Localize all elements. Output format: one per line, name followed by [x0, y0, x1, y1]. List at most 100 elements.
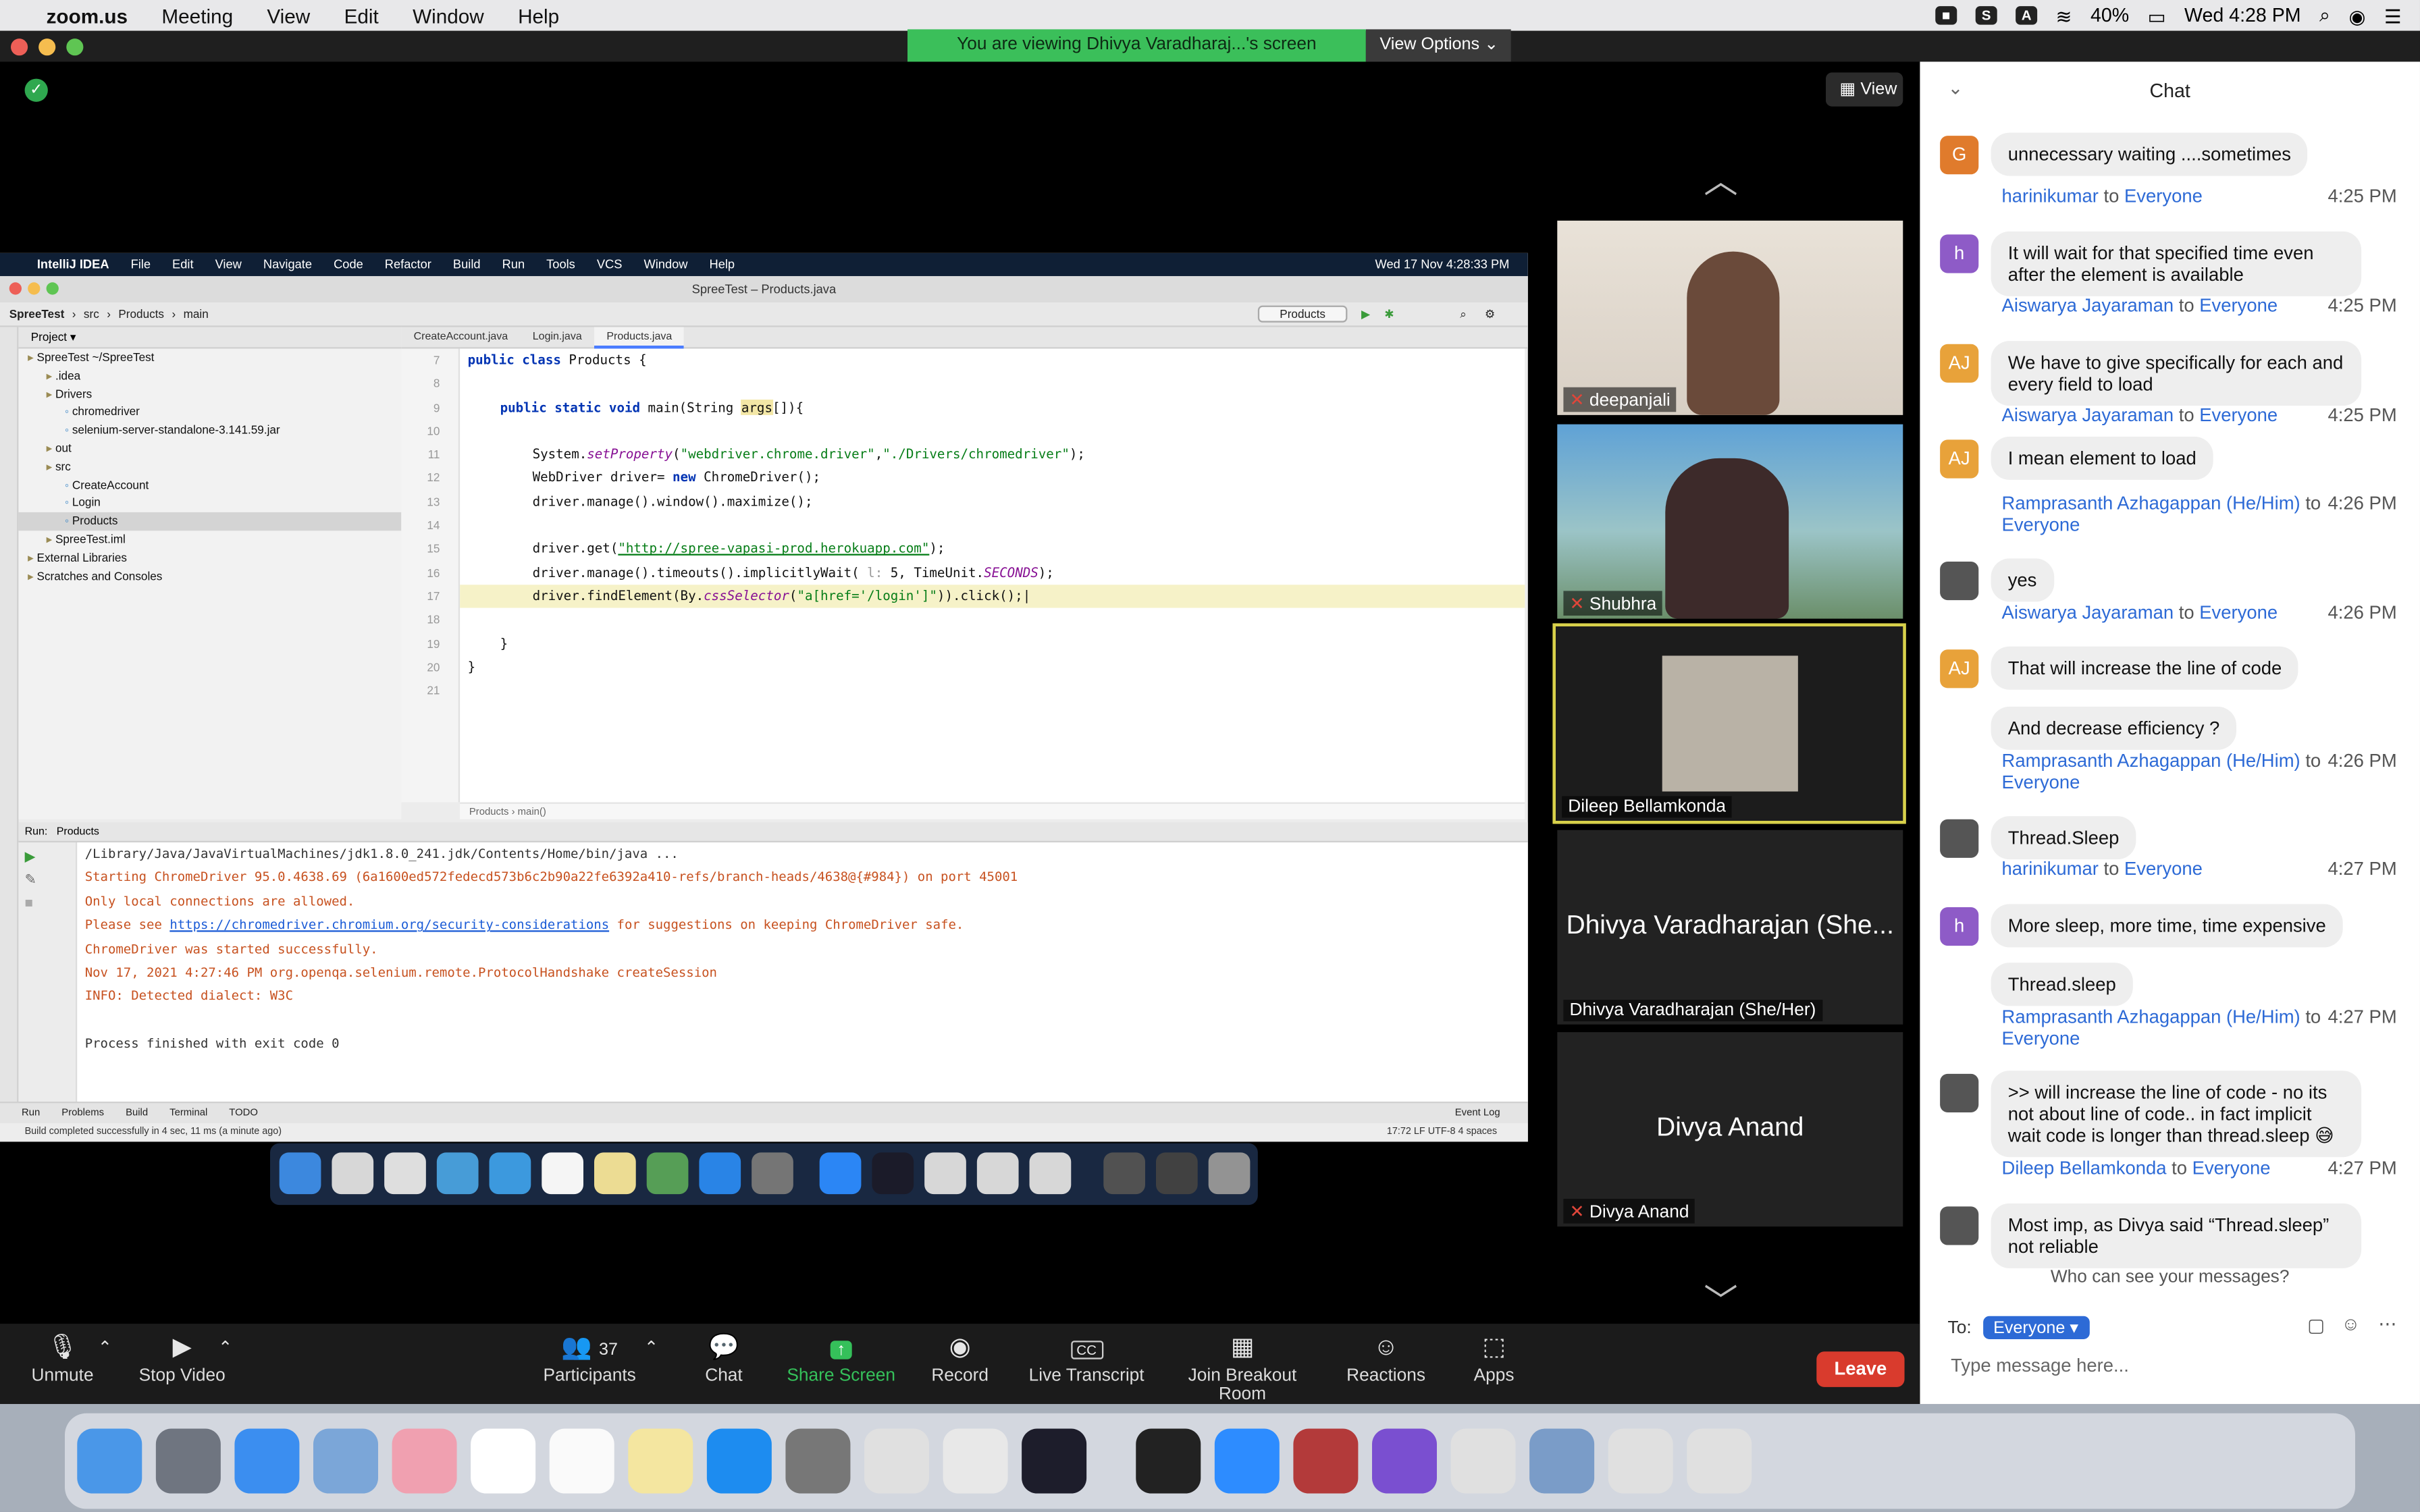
- leave-button[interactable]: Leave: [1816, 1351, 1905, 1387]
- participants-chevron-icon[interactable]: ⌃: [642, 1324, 660, 1404]
- live-transcript-button[interactable]: CC Live Transcript: [1025, 1324, 1149, 1404]
- dock-app-icon[interactable]: [1022, 1428, 1087, 1494]
- dock-app-icon[interactable]: [1136, 1428, 1201, 1494]
- minimize-window-button[interactable]: [38, 38, 56, 56]
- zoom-status-icon[interactable]: ■: [1935, 6, 1957, 25]
- chat-message-bubble[interactable]: I mean element to load: [1991, 436, 2213, 480]
- participants-button[interactable]: 👥 37 Participants: [540, 1324, 639, 1404]
- chat-sender[interactable]: Ramprasanth Azhagappan (He/Him): [2002, 1006, 2300, 1027]
- to-label: To:: [1947, 1319, 1972, 1338]
- participant-tile-shubhra[interactable]: ✕ Shubhra: [1557, 424, 1903, 619]
- menu-edit[interactable]: Edit: [344, 4, 379, 27]
- zoom-window-button[interactable]: [66, 38, 84, 56]
- ij-menu-items: IntelliJ IDEA File Edit View Navigate Code Ref…: [37, 258, 756, 272]
- scroll-down-chevron-icon[interactable]: ﹀: [1704, 1274, 1737, 1324]
- file-icon[interactable]: ▢: [2307, 1314, 2325, 1336]
- breakout-room-button[interactable]: ▦ Join Breakout Room: [1163, 1324, 1321, 1404]
- dock-app-icon[interactable]: [785, 1428, 851, 1494]
- chat-message-bubble[interactable]: It will wait for that specified time eve…: [1991, 231, 2362, 296]
- dock-app-icon[interactable]: [471, 1428, 536, 1494]
- stop-video-button[interactable]: ▶ Stop Video: [136, 1324, 228, 1404]
- more-icon[interactable]: ⋯: [2378, 1313, 2396, 1334]
- participant-tile-dileep[interactable]: Dileep Bellamkonda: [1552, 623, 1906, 824]
- dock-app-icon[interactable]: [155, 1428, 221, 1494]
- chat-sender[interactable]: Ramprasanth Azhagappan (He/Him): [2002, 492, 2300, 514]
- tool-event-log: Event Log: [1454, 1108, 1500, 1119]
- siri-icon[interactable]: ◉: [2349, 4, 2366, 27]
- menu-meeting[interactable]: Meeting: [161, 4, 233, 27]
- recipient-select[interactable]: Everyone ▾: [1982, 1316, 2089, 1339]
- line-number-gutter: 7 8 9 10 11 12 13 14 15 16 17 18 19 20 21: [401, 348, 461, 803]
- chat-sender[interactable]: Aiswarya Jayaraman: [2002, 404, 2174, 426]
- s-status-icon[interactable]: S: [1975, 6, 1997, 25]
- search-icon[interactable]: ⌕: [2319, 4, 2330, 27]
- breakout-label: Join Breakout Room: [1188, 1367, 1297, 1404]
- chat-message-bubble[interactable]: That will increase the line of code: [1991, 646, 2299, 690]
- a-status-icon[interactable]: A: [2016, 6, 2038, 25]
- dock-app-icon[interactable]: [1371, 1428, 1437, 1494]
- wifi-icon[interactable]: ≋: [2056, 4, 2072, 27]
- record-button[interactable]: ◉ Record: [926, 1324, 994, 1404]
- chat-sender[interactable]: harinikumar: [2002, 185, 2099, 207]
- chat-message-bubble[interactable]: Thread.Sleep: [1991, 816, 2136, 860]
- video-camera-icon: ▶: [172, 1334, 192, 1361]
- who-can-see-link[interactable]: Who can see your messages?: [1920, 1268, 2420, 1287]
- chat-message-bubble[interactable]: Most imp, as Divya said “Thread.sleep” n…: [1991, 1203, 2362, 1268]
- unmute-button[interactable]: 🎙 Unmute: [28, 1324, 97, 1404]
- battery-icon[interactable]: ▭: [2148, 4, 2166, 27]
- chat-message-bubble[interactable]: More sleep, more time, time expensive: [1991, 904, 2343, 948]
- dock-app-icon[interactable]: [1450, 1428, 1516, 1494]
- chat-message-bubble[interactable]: Thread.sleep: [1991, 963, 2133, 1006]
- dock-app-icon[interactable]: [864, 1428, 929, 1494]
- dock-app-icon[interactable]: [1687, 1428, 1752, 1494]
- dock-app-icon[interactable]: [1214, 1428, 1280, 1494]
- chat-message-bubble[interactable]: And decrease efficiency ?: [1991, 706, 2237, 750]
- chat-message-input[interactable]: Type message here...: [1951, 1355, 2129, 1376]
- chat-message-header: harinikumar to Everyone 4:27 PM: [2002, 858, 2403, 880]
- ij-menu-item: Navigate: [263, 257, 313, 272]
- close-window-button[interactable]: [10, 38, 28, 56]
- view-button[interactable]: ▦ View: [1825, 72, 1903, 107]
- menu-help[interactable]: Help: [518, 4, 559, 27]
- chat-button[interactable]: 💬 Chat: [695, 1324, 754, 1404]
- chat-message-bubble[interactable]: We have to give specifically for each an…: [1991, 341, 2362, 406]
- participant-tile-dhivya[interactable]: Dhivya Varadharajan (She... Dhivya Varad…: [1557, 830, 1903, 1025]
- chat-sender[interactable]: Aiswarya Jayaraman: [2002, 601, 2174, 623]
- participant-tile-deepanjali[interactable]: ✕ deepanjali: [1557, 220, 1903, 415]
- control-center-icon[interactable]: ☰: [2384, 4, 2402, 27]
- clock[interactable]: Wed 4:28 PM: [2184, 5, 2301, 26]
- chat-message-bubble[interactable]: yes: [1991, 558, 2054, 602]
- code-line: public class Products {: [467, 352, 647, 367]
- dock-app-icon[interactable]: [77, 1428, 142, 1494]
- dock-app-icon[interactable]: [1529, 1428, 1595, 1494]
- dock-app-icon[interactable]: [234, 1428, 300, 1494]
- apps-button[interactable]: ⬚ Apps: [1463, 1324, 1525, 1404]
- menu-view[interactable]: View: [267, 4, 310, 27]
- chat-message-bubble[interactable]: >> will increase the line of code - no i…: [1991, 1071, 2362, 1158]
- view-options-button[interactable]: View Options ⌄: [1365, 29, 1511, 62]
- dock-app-icon[interactable]: [549, 1428, 614, 1494]
- dock-app-icon[interactable]: [628, 1428, 693, 1494]
- reactions-button[interactable]: ☺ Reactions: [1343, 1324, 1429, 1404]
- chat-message-bubble[interactable]: unnecessary waiting ....sometimes: [1991, 132, 2309, 176]
- security-shield-icon[interactable]: ✓: [24, 78, 48, 102]
- emoji-icon[interactable]: ☺: [2341, 1313, 2360, 1334]
- menu-window[interactable]: Window: [413, 4, 484, 27]
- chat-sender[interactable]: Ramprasanth Azhagappan (He/Him): [2002, 750, 2300, 772]
- participant-tile-divya[interactable]: Divya Anand ✕ Divya Anand: [1557, 1032, 1903, 1227]
- scroll-up-chevron-icon[interactable]: ︿: [1704, 155, 1737, 204]
- share-screen-button[interactable]: ↑ Share Screen: [784, 1324, 898, 1404]
- dock-app-icon[interactable]: [392, 1428, 457, 1494]
- dock-app-icon[interactable]: [706, 1428, 772, 1494]
- dock-app-icon[interactable]: [1608, 1428, 1673, 1494]
- audio-options-chevron-icon[interactable]: ⌃: [96, 1324, 114, 1404]
- project-tree-label: Drivers: [55, 386, 93, 401]
- dock-app-icon[interactable]: [943, 1428, 1008, 1494]
- dock-app-icon[interactable]: [1293, 1428, 1359, 1494]
- chat-sender[interactable]: harinikumar: [2002, 858, 2099, 880]
- menu-app-name[interactable]: zoom.us: [47, 4, 128, 27]
- chat-sender[interactable]: Aiswarya Jayaraman: [2002, 295, 2174, 317]
- chat-sender[interactable]: Dileep Bellamkonda: [2002, 1157, 2167, 1179]
- dock-app-icon[interactable]: [313, 1428, 378, 1494]
- video-options-chevron-icon[interactable]: ⌃: [216, 1324, 234, 1404]
